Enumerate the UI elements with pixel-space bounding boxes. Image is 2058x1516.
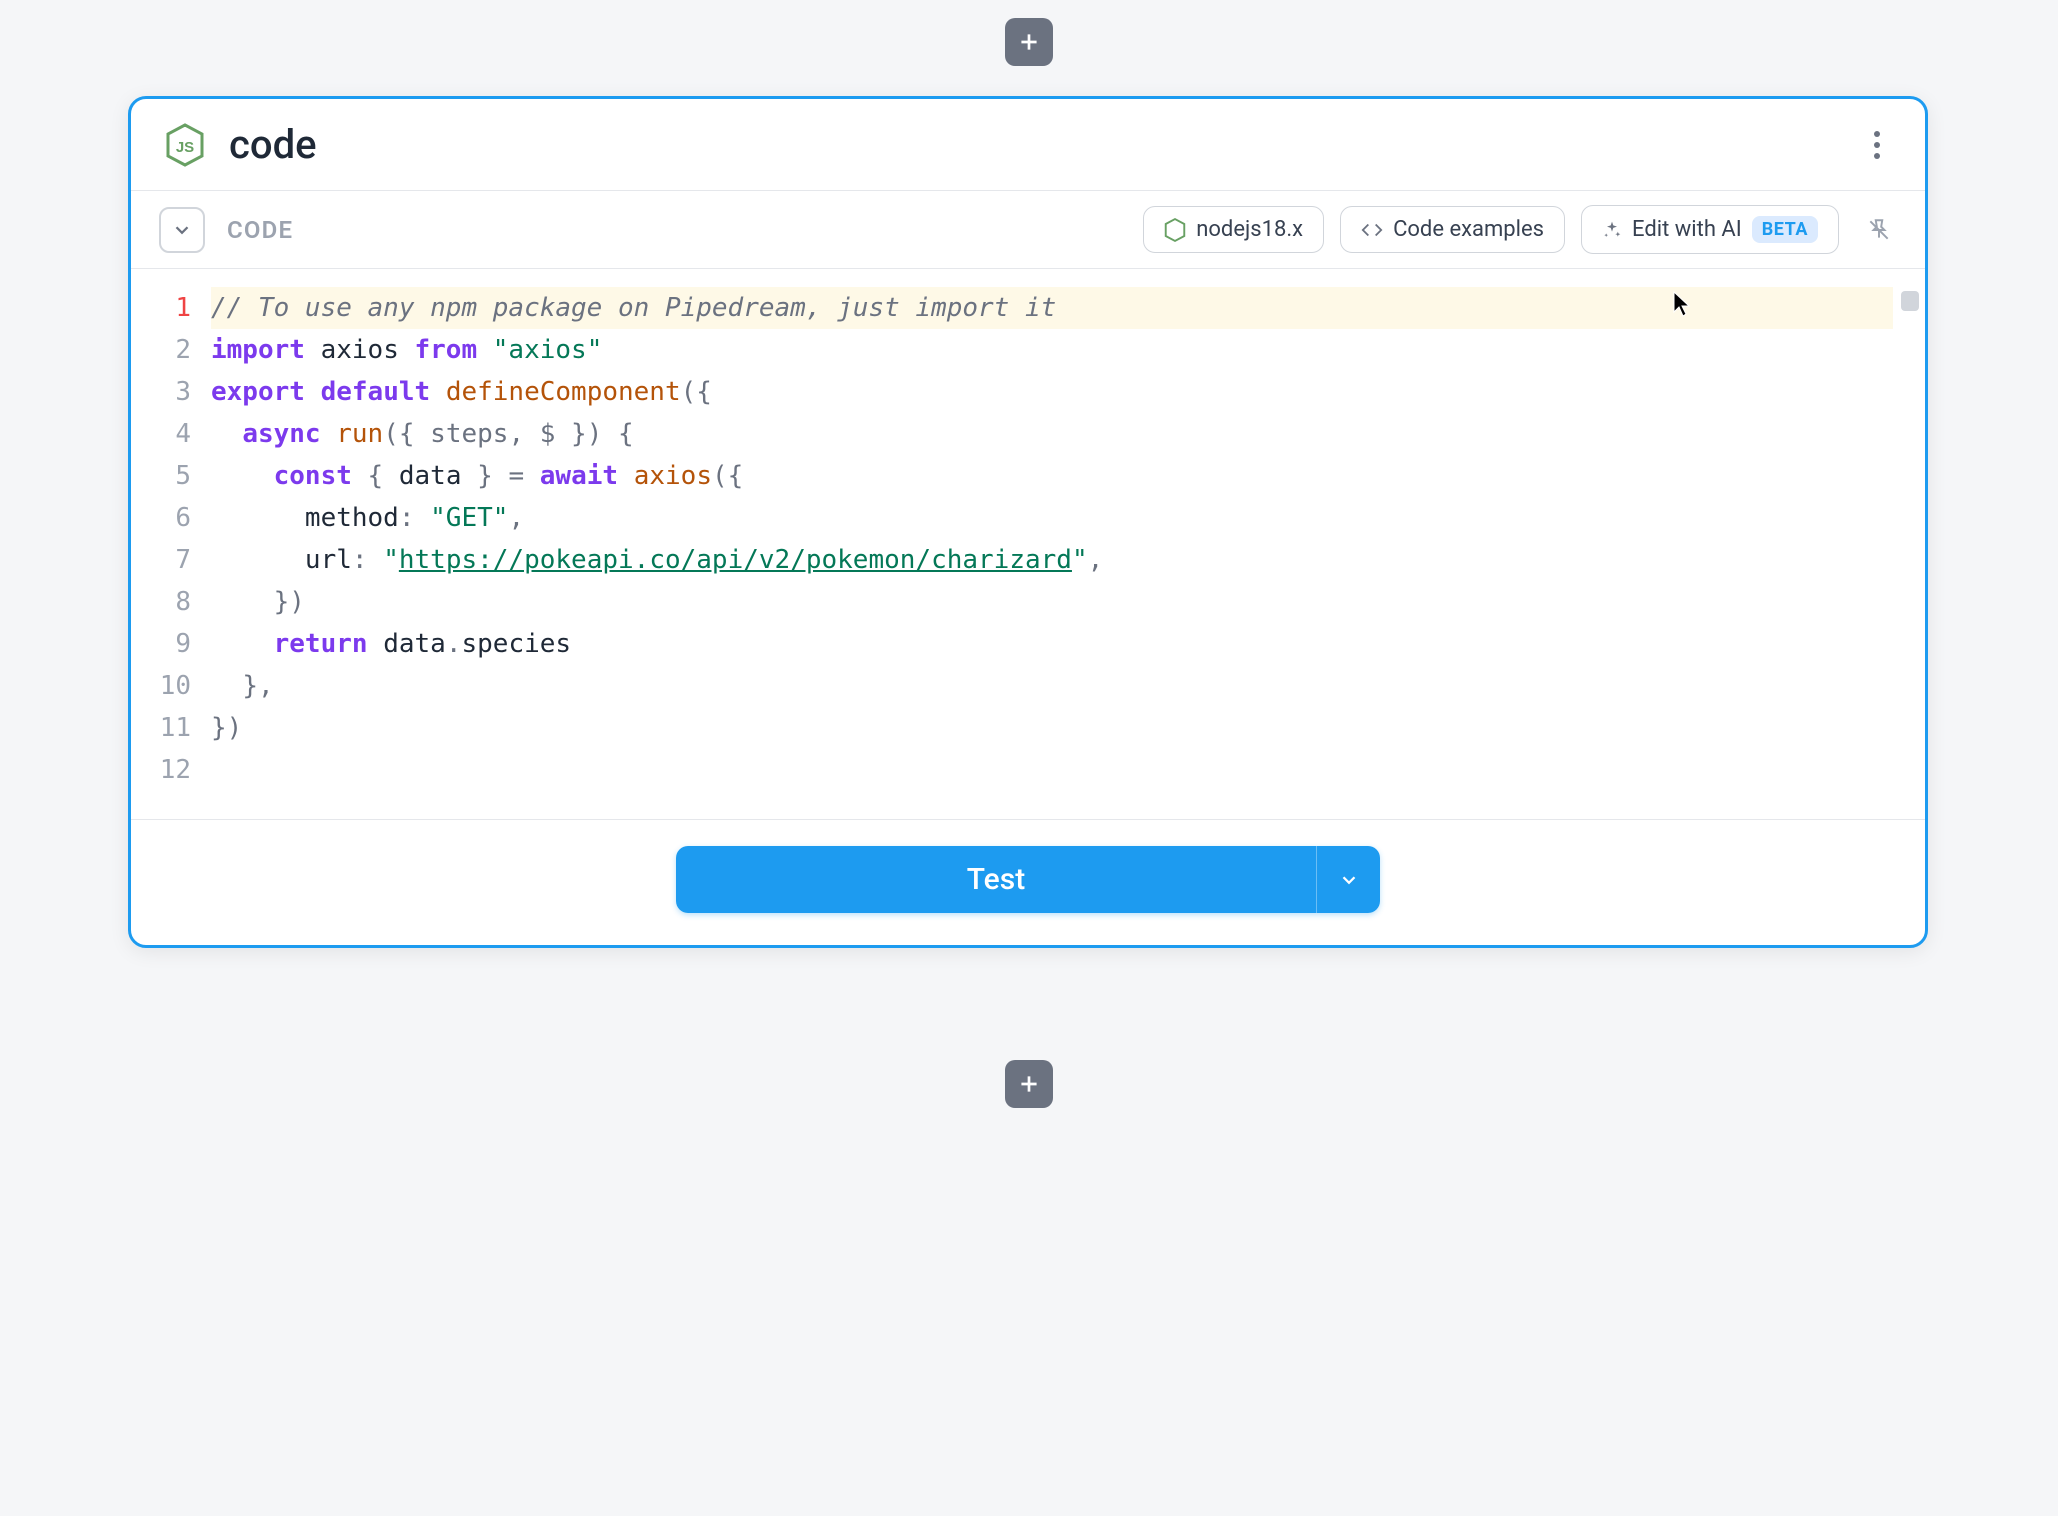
edit-with-ai-label: Edit with AI (1632, 217, 1742, 242)
code-line[interactable]: method: "GET", (211, 497, 1893, 539)
code-line[interactable]: export default defineComponent({ (211, 371, 1893, 413)
card-header: JS code (131, 99, 1925, 190)
test-button-group: Test (676, 846, 1380, 913)
runtime-label: nodejs18.x (1196, 217, 1303, 242)
pin-off-icon (1866, 217, 1892, 243)
nodejs-icon (1164, 218, 1186, 242)
line-gutter: 123456789101112 (131, 287, 211, 791)
chevron-down-icon (171, 219, 193, 241)
code-examples-label: Code examples (1393, 217, 1544, 242)
code-step-card: JS code CODE nodejs18.x Code examples (128, 96, 1928, 948)
runtime-selector[interactable]: nodejs18.x (1143, 206, 1324, 253)
card-footer: Test (131, 819, 1925, 945)
edit-with-ai-button[interactable]: Edit with AI BETA (1581, 205, 1839, 254)
step-menu-button[interactable] (1861, 129, 1893, 161)
code-line[interactable]: import axios from "axios" (211, 329, 1893, 371)
collapse-toggle[interactable] (159, 207, 205, 253)
sparkle-icon (1602, 220, 1622, 240)
code-examples-button[interactable]: Code examples (1340, 206, 1565, 253)
code-icon (1361, 219, 1383, 241)
code-area[interactable]: // To use any npm package on Pipedream, … (211, 287, 1925, 791)
code-line[interactable]: // To use any npm package on Pipedream, … (211, 287, 1893, 329)
code-line[interactable]: }) (211, 581, 1893, 623)
code-line[interactable]: const { data } = await axios({ (211, 455, 1893, 497)
code-line[interactable]: return data.species (211, 623, 1893, 665)
pin-toggle[interactable] (1861, 212, 1897, 248)
plus-icon (1016, 1071, 1042, 1097)
code-editor[interactable]: 123456789101112 // To use any npm packag… (131, 269, 1925, 819)
section-label: CODE (227, 216, 293, 244)
code-line[interactable]: async run({ steps, $ }) { (211, 413, 1893, 455)
chevron-down-icon (1338, 869, 1360, 891)
plus-icon (1016, 29, 1042, 55)
code-line[interactable]: }) (211, 707, 1893, 749)
step-title[interactable]: code (229, 121, 1839, 168)
svg-text:JS: JS (176, 139, 194, 156)
add-step-above-button[interactable] (1005, 18, 1053, 66)
test-button[interactable]: Test (676, 846, 1316, 913)
code-line[interactable]: }, (211, 665, 1893, 707)
scrollbar-thumb[interactable] (1901, 291, 1919, 311)
nodejs-icon: JS (163, 123, 207, 167)
add-step-below-button[interactable] (1005, 1060, 1053, 1108)
editor-toolbar: CODE nodejs18.x Code examples Edit with … (131, 190, 1925, 269)
code-line[interactable]: url: "https://pokeapi.co/api/v2/pokemon/… (211, 539, 1893, 581)
test-dropdown-button[interactable] (1316, 846, 1380, 913)
beta-badge: BETA (1752, 216, 1818, 243)
